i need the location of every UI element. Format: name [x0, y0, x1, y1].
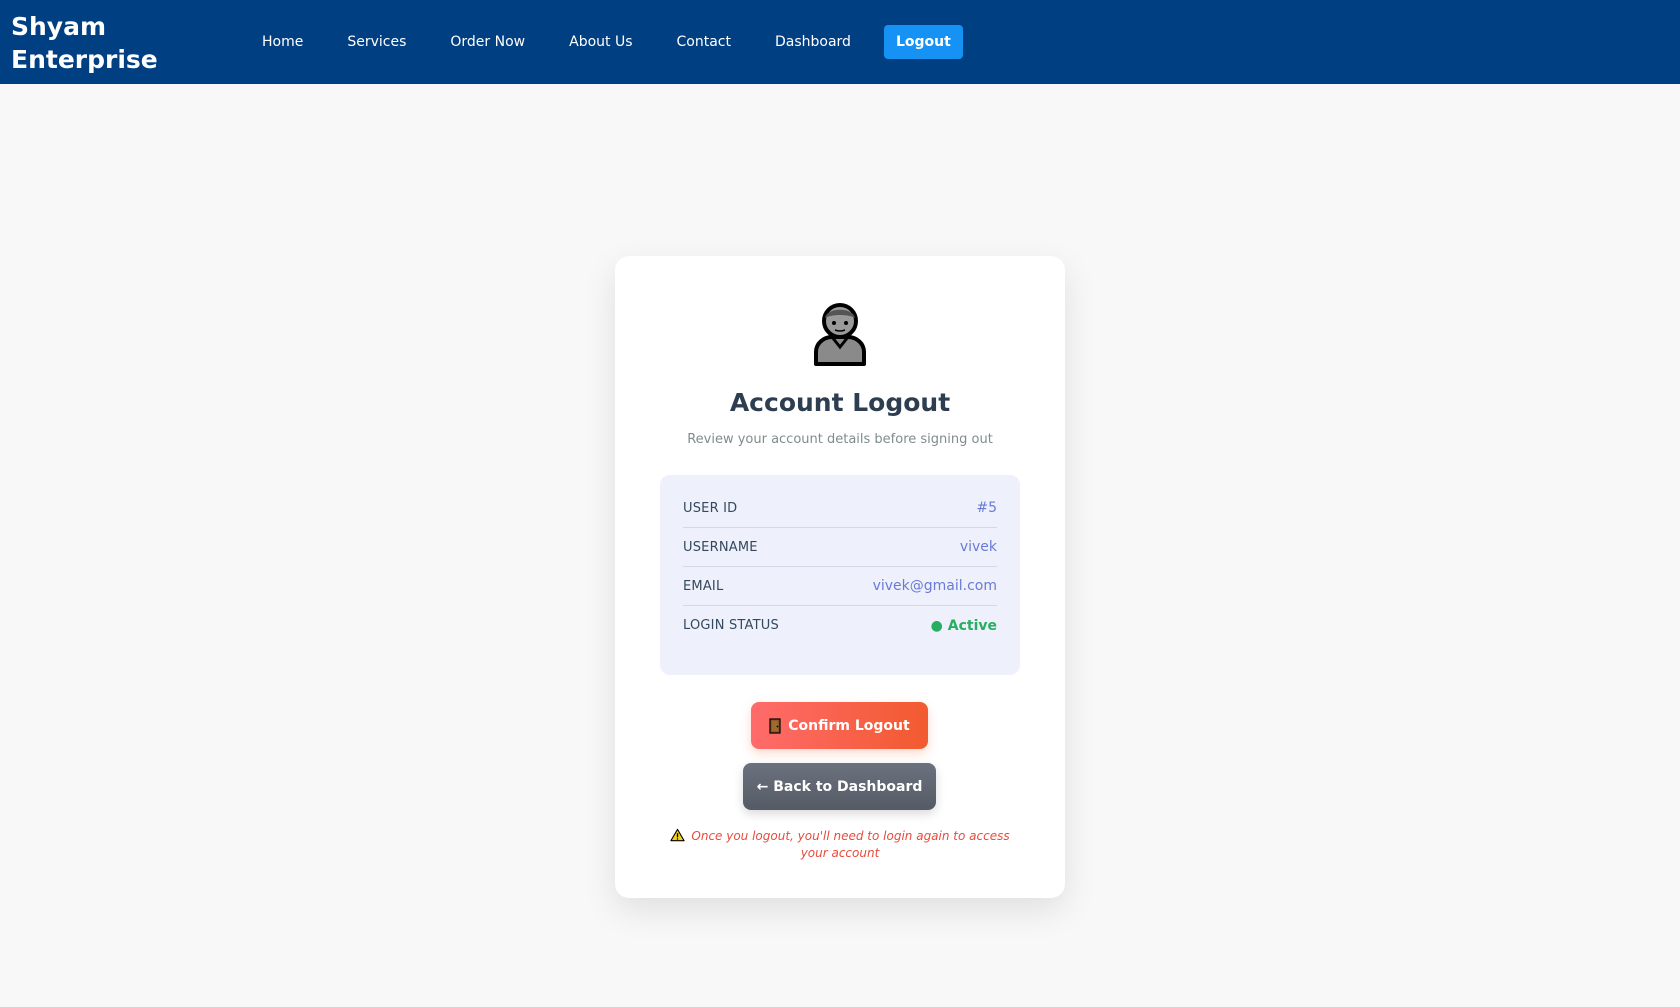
nav-contact[interactable]: Contact: [655, 24, 753, 60]
nav-logout-button[interactable]: Logout: [883, 25, 963, 59]
info-label: EMAIL: [683, 578, 724, 594]
person-icon: [814, 303, 866, 366]
confirm-logout-button[interactable]: Confirm Logout: [751, 702, 928, 749]
logout-warning: Once you logout, you'll need to login ag…: [670, 828, 1010, 862]
nav-home[interactable]: Home: [240, 24, 325, 60]
back-to-dashboard-label: ← Back to Dashboard: [756, 778, 923, 795]
warning-text: Once you logout, you'll need to login ag…: [691, 829, 1010, 860]
info-value: #5: [976, 500, 997, 516]
info-label: USER ID: [683, 500, 738, 516]
confirm-logout-label: Confirm Logout: [788, 717, 910, 734]
info-label: USERNAME: [683, 539, 758, 555]
info-label: LOGIN STATUS: [683, 618, 779, 633]
account-info-box: USER ID #5 USERNAME vivek EMAIL vivek@gm…: [660, 475, 1020, 675]
brand-logo[interactable]: Shyam Enterprise: [11, 10, 171, 76]
info-value: vivek@gmail.com: [872, 578, 997, 594]
status-badge: ● Active: [930, 617, 997, 634]
page-subtitle: Review your account details before signi…: [687, 432, 993, 447]
nav-about-us[interactable]: About Us: [547, 24, 654, 60]
info-row-user-id: USER ID #5: [683, 489, 997, 528]
page-title: Account Logout: [729, 388, 951, 417]
nav-dashboard[interactable]: Dashboard: [753, 24, 873, 60]
info-value: vivek: [959, 539, 997, 555]
nav-links: Home Services Order Now About Us Contact…: [240, 24, 963, 60]
warning-icon: [670, 828, 686, 842]
info-row-login-status: LOGIN STATUS ● Active: [683, 606, 997, 645]
nav-services[interactable]: Services: [325, 24, 428, 60]
logout-card: Account Logout Review your account detai…: [615, 256, 1065, 898]
nav-order-now[interactable]: Order Now: [428, 24, 547, 60]
top-navbar: Shyam Enterprise Home Services Order Now…: [0, 0, 1680, 84]
info-row-email: EMAIL vivek@gmail.com: [683, 567, 997, 606]
door-icon: [769, 717, 781, 734]
back-to-dashboard-button[interactable]: ← Back to Dashboard: [743, 763, 936, 810]
info-row-username: USERNAME vivek: [683, 528, 997, 567]
